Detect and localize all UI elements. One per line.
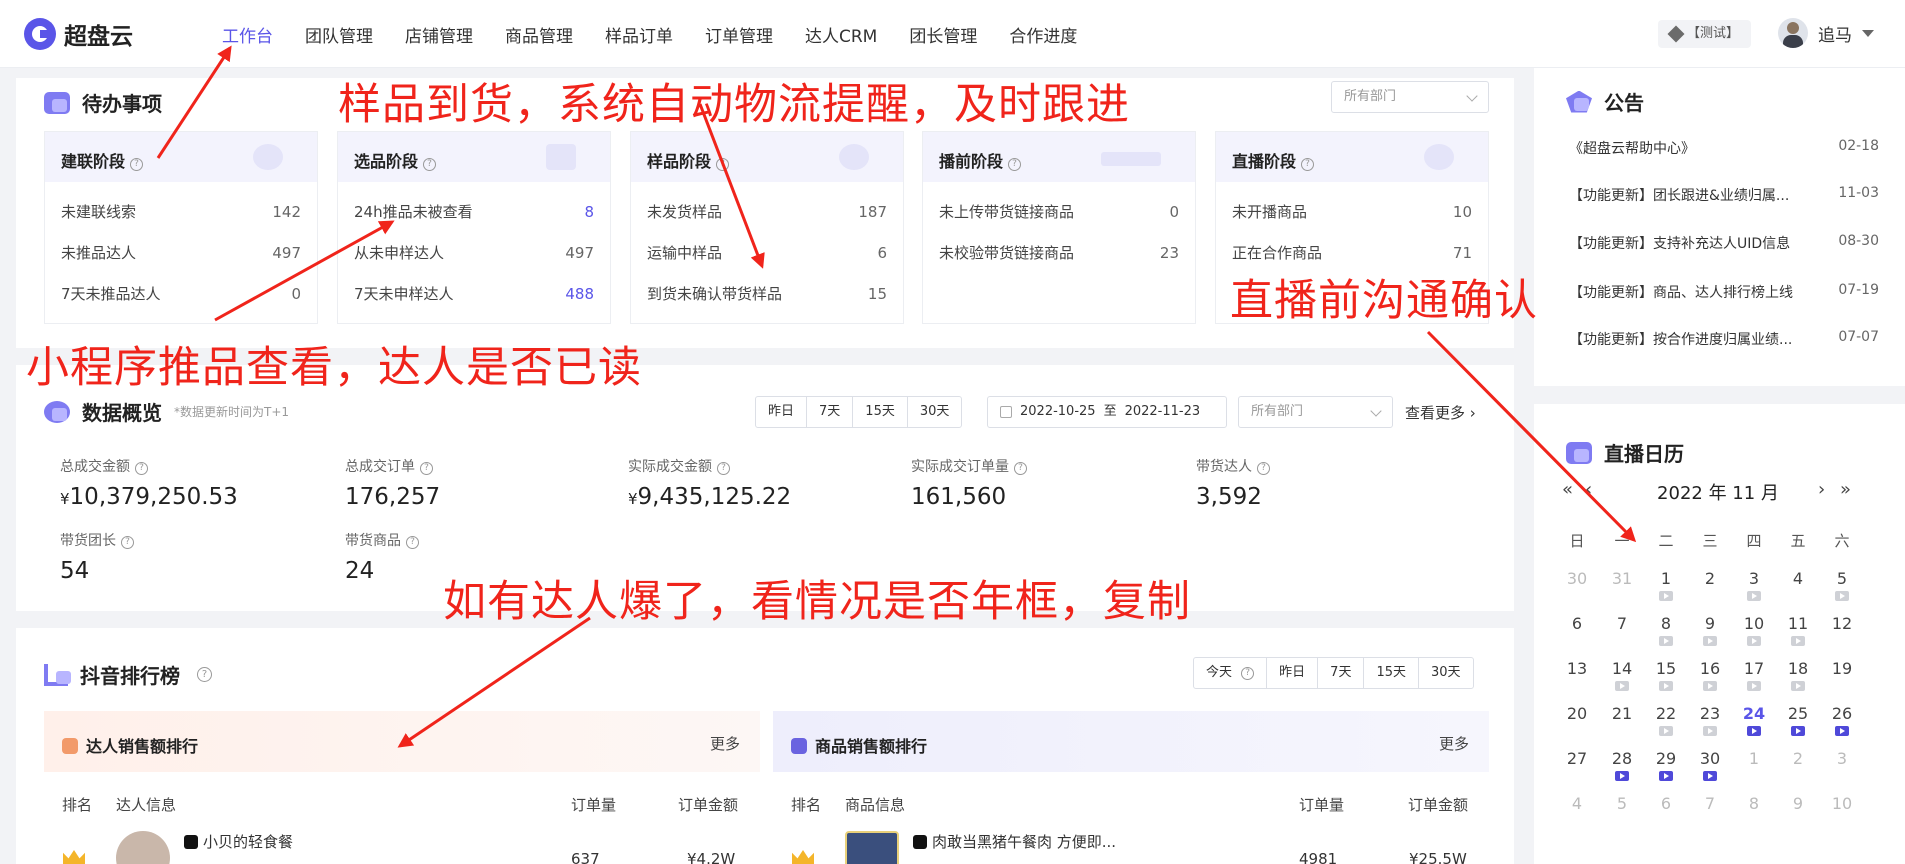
arrow-to-arrived-samples [698,103,765,269]
arrow-to-unviewed [214,220,395,322]
annotation-arrows [156,45,1637,748]
arrow-to-calendar [1426,330,1637,543]
arrow-to-influencer-rank [397,616,591,748]
arrow-to-workbench [156,45,232,159]
